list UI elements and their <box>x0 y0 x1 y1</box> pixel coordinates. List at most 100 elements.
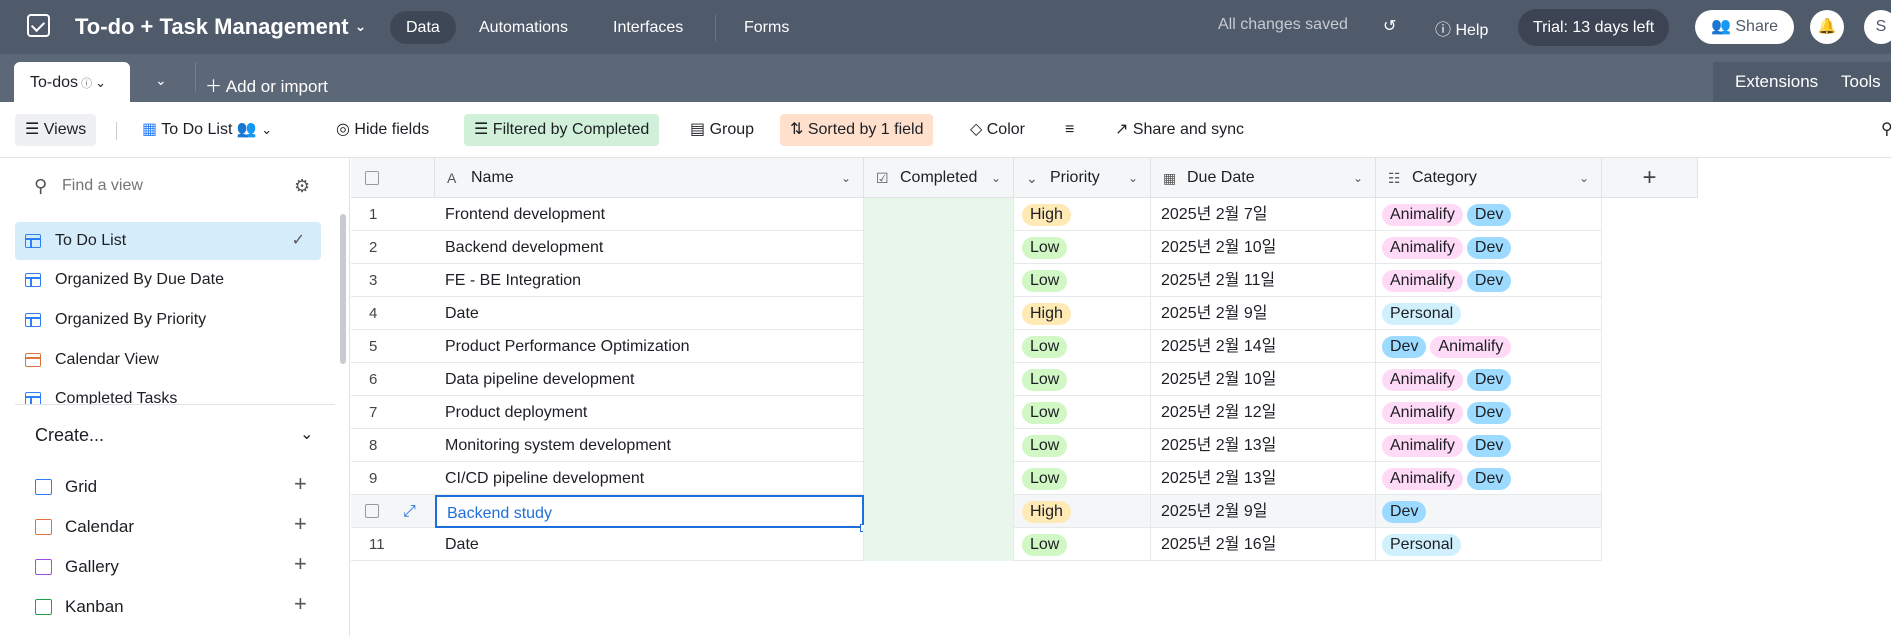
sidebar-view-calendar[interactable]: Calendar View <box>15 341 321 379</box>
chevron-down-icon[interactable]: ⌄ <box>1128 158 1138 198</box>
sidebar-view-priority[interactable]: Organized By Priority <box>15 301 321 339</box>
row-checkbox[interactable] <box>365 504 379 518</box>
color-button[interactable]: ◇ Color <box>960 114 1035 146</box>
category-cell[interactable]: Animalify Dev <box>1376 363 1602 396</box>
create-gallery[interactable]: Gallery <box>35 556 119 578</box>
category-cell[interactable]: Animalify Dev <box>1376 429 1602 462</box>
expand-record-icon[interactable]: ⤢ <box>403 495 416 528</box>
column-header-category[interactable]: ☷ Category ⌄ <box>1376 158 1602 198</box>
name-cell[interactable]: Product deployment <box>435 396 864 429</box>
nav-automations[interactable]: Automations <box>463 11 584 44</box>
category-cell[interactable]: Animalify Dev <box>1376 198 1602 231</box>
chevron-down-icon[interactable]: ⌄ <box>95 75 106 90</box>
name-cell[interactable]: FE - BE Integration <box>435 264 864 297</box>
column-header-completed[interactable]: ☑ Completed ⌄ <box>864 158 1014 198</box>
due-date-cell[interactable]: 2025년 2월 11일 <box>1151 264 1376 297</box>
history-icon[interactable]: ↺ <box>1383 16 1396 36</box>
table-row[interactable]: 5 Product Performance Optimization Low 2025… <box>351 330 1602 363</box>
help-button[interactable]: ⓘ Help <box>1435 16 1488 40</box>
priority-cell[interactable]: Low <box>1014 264 1151 297</box>
base-title[interactable]: To-do + Task Management ⌄ <box>75 14 366 40</box>
table-row[interactable]: 4 Date High 2025년 2월 9일 Personal <box>351 297 1602 330</box>
add-gallery-plus-icon[interactable]: + <box>294 551 307 577</box>
table-row[interactable]: 3 FE - BE Integration Low 2025년 2월 11일 Anima… <box>351 264 1602 297</box>
name-cell[interactable]: Date <box>435 297 864 330</box>
priority-cell[interactable]: High <box>1014 297 1151 330</box>
completed-cell[interactable] <box>864 495 1014 528</box>
nav-data[interactable]: Data <box>390 11 456 44</box>
row-height-icon[interactable]: ≡ <box>1055 114 1084 146</box>
due-date-cell[interactable]: 2025년 2월 13일 <box>1151 429 1376 462</box>
gear-icon[interactable]: ⚙ <box>294 176 310 197</box>
chevron-down-icon[interactable]: ⌄ <box>991 158 1001 198</box>
table-row[interactable]: 1 Frontend development High 2025년 2월 7일 Anim… <box>351 198 1602 231</box>
priority-cell[interactable]: Low <box>1014 231 1151 264</box>
tab-to-dos[interactable]: To-dos ⓘ ⌄ <box>14 62 130 102</box>
table-row[interactable]: 8 Monitoring system development Low 2025년 2… <box>351 429 1602 462</box>
completed-cell[interactable] <box>864 462 1014 495</box>
sidebar-view-to-do-list[interactable]: To Do List ✓ <box>15 222 321 260</box>
hide-fields-button[interactable]: ◎ Hide fields <box>326 114 439 146</box>
app-icon[interactable] <box>27 14 50 37</box>
sidebar-scrollbar[interactable] <box>340 214 346 364</box>
table-row[interactable]: 9 CI/CD pipeline development Low 2025년 2월 1… <box>351 462 1602 495</box>
add-grid-plus-icon[interactable]: + <box>294 471 307 497</box>
due-date-cell[interactable]: 2025년 2월 14일 <box>1151 330 1376 363</box>
notifications-bell-icon[interactable]: 🔔 <box>1810 10 1844 44</box>
completed-cell[interactable] <box>864 231 1014 264</box>
completed-cell[interactable] <box>864 363 1014 396</box>
due-date-cell[interactable]: 2025년 2월 10일 <box>1151 363 1376 396</box>
completed-cell[interactable] <box>864 198 1014 231</box>
category-cell[interactable]: Personal <box>1376 528 1602 561</box>
priority-cell[interactable]: Low <box>1014 462 1151 495</box>
column-header-due-date[interactable]: ▦ Due Date ⌄ <box>1151 158 1376 198</box>
nav-forms[interactable]: Forms <box>728 11 805 44</box>
column-header-priority[interactable]: ⌄ Priority ⌄ <box>1014 158 1151 198</box>
name-cell[interactable]: CI/CD pipeline development <box>435 462 864 495</box>
category-cell[interactable]: Animalify Dev <box>1376 396 1602 429</box>
table-row[interactable]: 6 Data pipeline development Low 2025년 2월 10… <box>351 363 1602 396</box>
name-cell[interactable]: Date <box>435 528 864 561</box>
add-calendar-plus-icon[interactable]: + <box>294 511 307 537</box>
priority-cell[interactable]: Low <box>1014 330 1151 363</box>
category-cell[interactable]: Animalify Dev <box>1376 462 1602 495</box>
find-view-input[interactable] <box>62 172 282 200</box>
trial-badge[interactable]: Trial: 13 days left <box>1518 9 1670 46</box>
table-row[interactable]: 2 Backend development Low 2025년 2월 10일 Anima… <box>351 231 1602 264</box>
share-sync-button[interactable]: ↗ Share and sync <box>1105 114 1254 146</box>
priority-cell[interactable]: High <box>1014 198 1151 231</box>
table-row[interactable]: ⤢ Backend study High 2025년 2월 9일 Dev <box>351 495 1602 532</box>
completed-cell[interactable] <box>864 528 1014 561</box>
priority-cell[interactable]: Low <box>1014 528 1151 561</box>
sidebar-view-completed[interactable]: Completed Tasks <box>15 380 321 404</box>
name-cell[interactable]: Data pipeline development <box>435 363 864 396</box>
priority-cell[interactable]: Low <box>1014 429 1151 462</box>
avatar[interactable]: S <box>1864 10 1891 44</box>
add-kanban-plus-icon[interactable]: + <box>294 591 307 617</box>
create-kanban[interactable]: Kanban <box>35 596 124 618</box>
tools-button[interactable]: Tools <box>1841 72 1881 92</box>
name-cell[interactable]: Backend development <box>435 231 864 264</box>
create-section-header[interactable]: Create... <box>35 425 104 446</box>
select-all-checkbox[interactable] <box>365 171 379 185</box>
completed-cell[interactable] <box>864 297 1014 330</box>
completed-cell[interactable] <box>864 396 1014 429</box>
priority-cell[interactable]: High <box>1014 495 1151 528</box>
category-cell[interactable]: Dev <box>1376 495 1602 528</box>
filter-button[interactable]: ☰ Filtered by Completed <box>464 114 660 146</box>
completed-cell[interactable] <box>864 330 1014 363</box>
category-cell[interactable]: Personal <box>1376 297 1602 330</box>
category-cell[interactable]: Dev Animalify <box>1376 330 1602 363</box>
add-or-import-button[interactable]: ＋ Add or import <box>205 72 328 97</box>
due-date-cell[interactable]: 2025년 2월 9일 <box>1151 297 1376 330</box>
nav-interfaces[interactable]: Interfaces <box>597 11 699 44</box>
sort-button[interactable]: ⇅ Sorted by 1 field <box>780 114 934 146</box>
create-calendar[interactable]: Calendar <box>35 516 134 538</box>
sidebar-view-due-date[interactable]: Organized By Due Date <box>15 261 321 299</box>
completed-cell[interactable] <box>864 264 1014 297</box>
due-date-cell[interactable]: 2025년 2월 16일 <box>1151 528 1376 561</box>
priority-cell[interactable]: Low <box>1014 396 1151 429</box>
name-cell[interactable]: Backend study <box>435 495 864 528</box>
due-date-cell[interactable]: 2025년 2월 9일 <box>1151 495 1376 528</box>
name-cell[interactable]: Monitoring system development <box>435 429 864 462</box>
